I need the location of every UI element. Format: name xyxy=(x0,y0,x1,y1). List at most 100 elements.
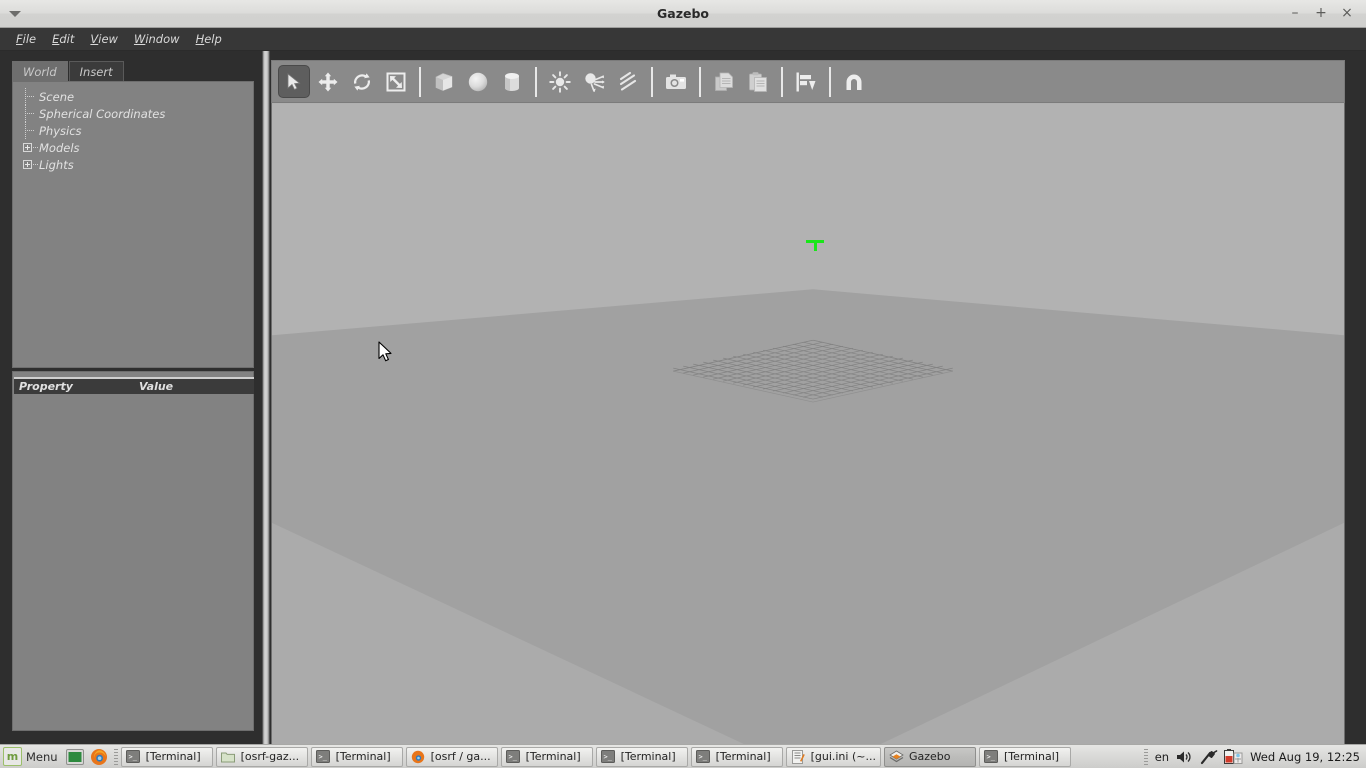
translate-mode-button[interactable] xyxy=(312,65,344,98)
column-header-property[interactable]: Property xyxy=(19,380,139,393)
toolbar-separator xyxy=(829,66,831,97)
column-header-value[interactable]: Value xyxy=(139,380,173,393)
tree-branch-icon xyxy=(23,122,39,139)
menu-window[interactable]: Window xyxy=(126,31,188,47)
taskbar-window-terminal-4[interactable]: >_ [Terminal] xyxy=(595,746,688,767)
window-titlebar: Gazebo – + × xyxy=(0,0,1366,28)
svg-text:>_: >_ xyxy=(129,753,138,761)
menu-view[interactable]: View xyxy=(82,31,126,47)
insert-sphere-button[interactable] xyxy=(462,65,494,98)
render-area xyxy=(270,51,1366,768)
expand-plus-icon[interactable] xyxy=(23,156,39,173)
terminal-icon: >_ xyxy=(506,749,521,764)
copy-icon xyxy=(715,72,733,91)
box-icon xyxy=(435,72,453,91)
copy-button[interactable] xyxy=(708,65,740,98)
cursor-arrow-icon xyxy=(287,72,301,90)
directional-light-icon xyxy=(619,71,637,91)
menu-help[interactable]: Help xyxy=(188,31,230,47)
align-icon xyxy=(796,72,816,91)
power-plug-button[interactable] xyxy=(1199,747,1219,767)
svg-text:>_: >_ xyxy=(604,753,613,761)
taskbar-window-terminal-1[interactable]: >_ [Terminal] xyxy=(120,746,213,767)
taskbar-window-terminal-6[interactable]: >_ [Terminal] xyxy=(978,746,1071,767)
tab-world[interactable]: World xyxy=(12,61,68,82)
3d-viewport[interactable] xyxy=(271,103,1345,768)
tree-item-physics[interactable]: Physics xyxy=(23,122,253,139)
taskbar-window-gazebo[interactable]: Gazebo xyxy=(883,746,976,767)
window-title: Gazebo xyxy=(657,6,709,21)
paste-button[interactable] xyxy=(742,65,774,98)
terminal-icon: >_ xyxy=(316,749,331,764)
align-button[interactable] xyxy=(790,65,822,98)
property-panel: Property Value xyxy=(12,371,254,731)
power-plug-icon xyxy=(1200,749,1218,764)
terminal-icon: >_ xyxy=(601,749,616,764)
window-controls: – + × xyxy=(1282,0,1360,27)
taskbar-window-terminal-5[interactable]: >_ [Terminal] xyxy=(690,746,783,767)
tree-item-spherical-coordinates[interactable]: Spherical Coordinates xyxy=(23,105,253,122)
taskbar-window-gui-ini[interactable]: [gui.ini (~... xyxy=(785,746,881,767)
insert-point-light-button[interactable] xyxy=(544,65,576,98)
screenshot-button[interactable] xyxy=(660,65,692,98)
snap-button[interactable] xyxy=(838,65,870,98)
battery-button[interactable] xyxy=(1223,747,1243,767)
menu-edit[interactable]: Edit xyxy=(44,31,82,47)
insert-spot-light-button[interactable] xyxy=(578,65,610,98)
panel-splitter-handle[interactable] xyxy=(262,51,270,744)
volume-button[interactable] xyxy=(1175,747,1195,767)
taskbar-window-label: [osrf / ga... xyxy=(430,750,491,763)
tree-item-lights[interactable]: Lights xyxy=(23,156,253,173)
taskbar-window-label: [gui.ini (~... xyxy=(810,750,876,763)
scale-mode-button[interactable] xyxy=(380,65,412,98)
keyboard-layout-indicator[interactable]: en xyxy=(1155,750,1169,764)
firefox-launcher[interactable] xyxy=(89,747,109,767)
taskbar-window-label: [Terminal] xyxy=(1003,750,1060,763)
taskbar-grip-handle[interactable] xyxy=(113,748,118,765)
tree-item-label: Lights xyxy=(39,157,74,172)
maximize-button[interactable]: + xyxy=(1308,0,1334,27)
tray-grip-handle[interactable] xyxy=(1143,748,1148,765)
terminal-launcher[interactable] xyxy=(65,747,85,767)
tree-branch-icon xyxy=(23,88,39,105)
svg-text:>_: >_ xyxy=(699,753,708,761)
taskbar-window-terminal-2[interactable]: >_ [Terminal] xyxy=(310,746,403,767)
menu-file[interactable]: File xyxy=(8,31,44,47)
tab-insert[interactable]: Insert xyxy=(68,61,124,82)
world-tree-panel: Scene Spherical Coordinates Physics Mode… xyxy=(12,81,254,368)
terminal-icon: >_ xyxy=(126,749,141,764)
texteditor-icon xyxy=(791,749,806,764)
left-panel-tabs: World Insert xyxy=(12,61,124,82)
expand-plus-icon[interactable] xyxy=(23,139,39,156)
insert-cylinder-button[interactable] xyxy=(496,65,528,98)
tree-item-models[interactable]: Models xyxy=(23,139,253,156)
taskbar-window-label: Gazebo xyxy=(908,750,951,763)
taskbar-window-label: [Terminal] xyxy=(620,750,676,763)
taskbar-window-terminal-3[interactable]: >_ [Terminal] xyxy=(500,746,593,767)
taskbar-window-label: [Terminal] xyxy=(335,750,391,763)
insert-box-button[interactable] xyxy=(428,65,460,98)
start-menu-label: Menu xyxy=(26,749,58,764)
select-mode-button[interactable] xyxy=(278,65,310,98)
svg-text:>_: >_ xyxy=(987,753,996,761)
system-taskbar: m Menu >_ [Terminal] [osrf-gaz... >_ [Te… xyxy=(0,744,1366,768)
toolbar-separator xyxy=(535,66,537,97)
left-panel: World Insert Scene Spherical Coordinates xyxy=(0,51,262,744)
toolbar-separator xyxy=(651,66,653,97)
firefox-icon xyxy=(411,749,426,764)
minimize-button[interactable]: – xyxy=(1282,0,1308,27)
tree-item-scene[interactable]: Scene xyxy=(23,88,253,105)
taskbar-window-osrf-gaz[interactable]: [osrf-gaz... xyxy=(215,746,308,767)
clock-label[interactable]: Wed Aug 19, 12:25 xyxy=(1250,750,1360,764)
rotate-mode-button[interactable] xyxy=(346,65,378,98)
sphere-icon xyxy=(468,72,488,91)
taskbar-window-osrf-gazebo-browser[interactable]: [osrf / ga... xyxy=(405,746,498,767)
point-light-icon xyxy=(549,70,571,93)
insert-directional-light-button[interactable] xyxy=(612,65,644,98)
svg-text:>_: >_ xyxy=(319,753,328,761)
start-menu-button[interactable]: m Menu xyxy=(0,746,63,768)
close-button[interactable]: × xyxy=(1334,0,1360,27)
speaker-icon xyxy=(1177,751,1191,762)
scale-arrows-icon xyxy=(386,72,406,91)
taskbar-window-label: [Terminal] xyxy=(715,750,771,763)
